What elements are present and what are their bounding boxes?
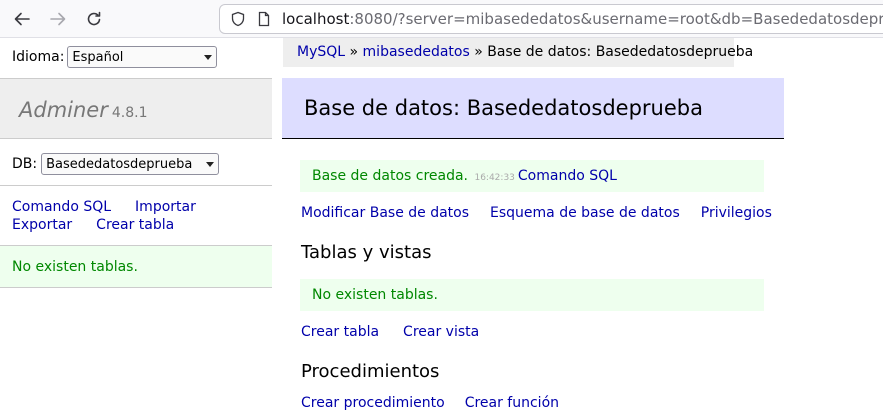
procedure-links: Crear procedimiento Crear función xyxy=(301,395,580,411)
reload-button[interactable] xyxy=(81,7,107,31)
address-bar[interactable]: localhost:8080/?server=mibasededatos&use… xyxy=(219,4,883,34)
language-select[interactable]: Español xyxy=(67,46,218,68)
success-message: Base de datos creada. 16:42:33 Comando SQ… xyxy=(300,160,764,192)
create-procedure-link[interactable]: Crear procedimiento xyxy=(301,395,445,411)
app-header: Adminer 4.8.1 xyxy=(0,78,272,139)
chevron-down-icon xyxy=(206,161,215,167)
breadcrumb-database-link[interactable]: mibasededatos xyxy=(363,44,470,60)
shield-icon xyxy=(230,11,246,27)
divider xyxy=(0,185,272,186)
db-row: DB: Basededatosdeprueba xyxy=(12,153,220,175)
db-label: DB: xyxy=(12,156,38,172)
create-table-link[interactable]: Crear tabla xyxy=(301,324,379,340)
sidebar-menu: Idioma: Español Adminer 4.8.1 DB: Baseded… xyxy=(0,38,272,416)
success-message-text: Base de datos creada. xyxy=(312,168,469,184)
message-sql-command-link[interactable]: Comando SQL xyxy=(518,168,617,184)
reload-icon xyxy=(87,11,101,26)
db-select[interactable]: Basededatosdeprueba xyxy=(41,153,220,175)
no-tables-text: No existen tablas. xyxy=(312,287,438,303)
menu-no-tables-message: No existen tablas. xyxy=(0,245,272,288)
database-links: Modificar Base de datos Esquema de base d… xyxy=(301,205,793,221)
create-view-link[interactable]: Crear vista xyxy=(403,324,479,340)
browser-toolbar: localhost:8080/?server=mibasededatos&use… xyxy=(0,0,883,38)
db-value: Basededatosdeprueba xyxy=(46,156,193,172)
arrow-left-icon xyxy=(14,12,30,26)
language-label: Idioma: xyxy=(12,49,65,65)
menu-sql-command-link[interactable]: Comando SQL xyxy=(12,199,111,215)
language-row: Idioma: Español xyxy=(12,46,218,68)
message-timestamp: 16:42:33 xyxy=(474,173,515,183)
alter-database-link[interactable]: Modificar Base de datos xyxy=(301,205,469,221)
menu-export-link[interactable]: Exportar xyxy=(12,217,72,233)
breadcrumb-current: » Base de datos: Basededatosdeprueba xyxy=(469,44,754,60)
app-version: 4.8.1 xyxy=(111,105,148,121)
tables-heading: Tablas y vistas xyxy=(301,242,432,263)
page-title: Base de datos: Basededatosdeprueba xyxy=(282,78,784,139)
menu-links: Comando SQL Importar Exportar Crear tabla xyxy=(12,198,262,234)
procedures-heading: Procedimientos xyxy=(301,361,440,382)
arrow-right-icon xyxy=(50,12,66,26)
language-value: Español xyxy=(72,49,124,65)
forward-button[interactable] xyxy=(45,7,71,31)
breadcrumb-separator: » xyxy=(345,44,363,60)
privileges-link[interactable]: Privilegios xyxy=(701,205,772,221)
url-text: localhost:8080/?server=mibasededatos&use… xyxy=(282,10,883,28)
back-button[interactable] xyxy=(9,7,35,31)
chevron-down-icon xyxy=(204,54,213,60)
table-links: Crear tabla Crear vista xyxy=(301,324,500,340)
app-name-link[interactable]: Adminer xyxy=(19,98,108,122)
breadcrumb: MySQL » mibasededatos » Base de datos: B… xyxy=(283,38,753,67)
page-icon xyxy=(256,11,272,27)
create-function-link[interactable]: Crear función xyxy=(465,395,559,411)
no-tables-message: No existen tablas. xyxy=(300,279,764,311)
database-schema-link[interactable]: Esquema de base de datos xyxy=(490,205,680,221)
menu-create-table-link[interactable]: Crear tabla xyxy=(96,217,174,233)
breadcrumb-server-link[interactable]: MySQL xyxy=(297,44,345,60)
menu-import-link[interactable]: Importar xyxy=(135,199,196,215)
